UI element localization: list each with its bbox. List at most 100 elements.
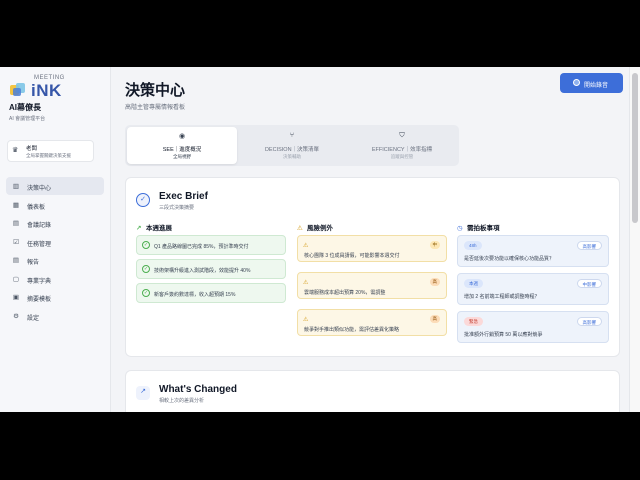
chart-bar-icon: ▥ bbox=[12, 183, 20, 190]
sidebar-item-label: 摘要模板 bbox=[27, 297, 52, 303]
logo-ink-text: iNK bbox=[31, 81, 62, 100]
check-icon: ✓ bbox=[142, 265, 150, 273]
decision-item[interactable]: 緊急 高影響 批准額外行銷預算 50 萬以應對競爭 bbox=[457, 311, 609, 343]
sidebar-item-dashboard[interactable]: ▦ 儀表板 bbox=[6, 196, 104, 214]
trend-icon: ↗ bbox=[136, 386, 150, 400]
progress-item: ✓ 新客戶簽約數達標，收入超預期 15% bbox=[136, 283, 286, 303]
main-content: 決策中心 高階主管專屬情報看板 開始錄音 ◉ SEE｜進度概況 全局視野 ⑂ D… bbox=[111, 67, 640, 412]
check-icon: ✓ bbox=[142, 289, 150, 297]
risk-item: ⚠ 中 核心團隊 3 位成員請假，可能影響本週交付 bbox=[297, 235, 447, 262]
tab-see[interactable]: ◉ SEE｜進度概況 全局視野 bbox=[127, 127, 237, 164]
whats-changed-card: ↗ What's Changed 相較上次的差異分析 bbox=[125, 370, 620, 412]
whats-changed-subtitle: 相較上次的差異分析 bbox=[159, 398, 205, 404]
progress-item-text: 新客戶簽約數達標，收入超預期 15% bbox=[154, 292, 236, 298]
decision-heading-label: 需拍板事項 bbox=[467, 225, 500, 232]
book-icon: ▢ bbox=[12, 275, 20, 283]
sidebar-item-tasks[interactable]: ☑ 任務管理 bbox=[6, 233, 104, 251]
exec-brief-title: Exec Brief bbox=[159, 191, 208, 202]
progress-heading-label: 本週進展 bbox=[146, 225, 172, 232]
document-icon: ▤ bbox=[12, 220, 20, 227]
impact-badge: 高影響 bbox=[576, 241, 602, 250]
sidebar-nav: ▥ 決策中心 ▦ 儀表板 ▤ 會議記錄 ☑ 任務管理 ▤ 報告 ▢ 專業字典 ▣… bbox=[6, 177, 104, 325]
logo-mark-icon bbox=[10, 83, 25, 96]
risk-item-text: 競爭對手推出類似功能，需評估差異化策略 bbox=[304, 327, 400, 333]
start-recording-label: 開始錄音 bbox=[584, 83, 609, 89]
tab-sublabel: 決策輔助 bbox=[283, 154, 301, 159]
scrollbar-thumb[interactable] bbox=[632, 73, 638, 223]
gear-icon: ⚙ bbox=[13, 312, 19, 320]
tab-label: EFFICIENCY｜效率指標 bbox=[371, 147, 433, 153]
warning-icon: ⚠ bbox=[303, 317, 309, 323]
risk-heading-label: 風險例外 bbox=[307, 225, 333, 232]
check-circle-icon: ✓ bbox=[136, 193, 150, 207]
scrollbar[interactable] bbox=[629, 67, 640, 412]
tab-sublabel: 全局視野 bbox=[173, 154, 191, 159]
progress-item-text: 技術架構升級進入測試階段，效能提升 40% bbox=[154, 268, 251, 274]
risk-column-heading: ⚠ 風險例外 bbox=[297, 222, 333, 232]
sidebar-item-reports[interactable]: ▤ 報告 bbox=[6, 251, 104, 269]
start-recording-button[interactable]: 開始錄音 bbox=[560, 73, 623, 93]
deadline-tag: 緊急 bbox=[464, 317, 483, 326]
eye-icon: ◉ bbox=[178, 133, 186, 140]
risk-item-text: 核心團隊 3 位成員請假，可能影響本週交付 bbox=[304, 253, 400, 259]
warning-icon: ⚠ bbox=[303, 243, 309, 249]
risk-level-badge: 高 bbox=[429, 278, 440, 286]
decision-item[interactable]: 本週 中影響 增加 2 名前端工程師或調整時程？ bbox=[457, 273, 609, 305]
trend-up-icon: ↗ bbox=[136, 225, 142, 232]
progress-item-text: Q1 產品路線圖已完成 85%，預計準時交付 bbox=[154, 244, 249, 250]
decision-column-heading: ◷ 需拍板事項 bbox=[457, 222, 500, 232]
page-title: 決策中心 bbox=[125, 82, 186, 99]
template-icon: ▣ bbox=[12, 294, 20, 301]
clock-icon: ◷ bbox=[457, 225, 463, 232]
decision-item-text: 是否延後次要功能以確保核心功能品質？ bbox=[464, 256, 555, 262]
app-window: MEETING iNK AI幕僚長 AI 會議管理平台 ♛ 老闆 全局掌握關鍵決… bbox=[0, 67, 640, 412]
sidebar-item-dictionary[interactable]: ▢ 專業字典 bbox=[6, 270, 104, 288]
report-icon: ▤ bbox=[12, 257, 20, 264]
shield-icon: ⛉ bbox=[399, 132, 405, 139]
role-card[interactable]: ♛ 老闆 全局掌握關鍵決策支援 bbox=[7, 140, 94, 162]
branch-icon: ⑂ bbox=[289, 132, 295, 139]
exec-brief-subtitle: 三段式決策摘要 bbox=[159, 205, 195, 211]
crown-icon: ♛ bbox=[12, 147, 19, 154]
impact-badge: 中影響 bbox=[576, 279, 602, 288]
page-subtitle: 高階主管專屬情報看板 bbox=[125, 105, 186, 111]
tab-efficiency[interactable]: ⛉ EFFICIENCY｜效率指標 追蹤與控管 bbox=[347, 127, 457, 164]
check-icon: ✓ bbox=[142, 241, 150, 249]
tab-decision[interactable]: ⑂ DECISION｜決策清單 決策輔助 bbox=[237, 127, 347, 164]
record-icon bbox=[573, 79, 580, 86]
logo: MEETING iNK bbox=[9, 74, 69, 102]
risk-level-badge: 高 bbox=[429, 315, 440, 323]
checklist-icon: ☑ bbox=[13, 238, 19, 246]
sidebar: MEETING iNK AI幕僚長 AI 會議管理平台 ♛ 老闆 全局掌握關鍵決… bbox=[0, 67, 111, 412]
risk-item: ⚠ 高 雲端服務成本超出預算 20%，需調整 bbox=[297, 272, 447, 299]
sidebar-item-label: 任務管理 bbox=[27, 241, 52, 248]
sidebar-item-label: 專業字典 bbox=[27, 278, 52, 285]
sidebar-item-label: 會議記錄 bbox=[27, 223, 52, 229]
app-subtitle: AI 會議管理平台 bbox=[9, 116, 46, 122]
sidebar-item-label: 報告 bbox=[27, 260, 40, 266]
decision-item-text: 批准額外行銷預算 50 萬以應對競爭 bbox=[464, 332, 543, 338]
tab-sublabel: 追蹤與控管 bbox=[390, 154, 414, 159]
risk-level-badge: 中 bbox=[429, 241, 440, 249]
deadline-tag: 48h bbox=[464, 241, 482, 250]
exec-brief-card: ✓ Exec Brief 三段式決策摘要 ↗ 本週進展 ✓ Q1 產品路線圖已完成… bbox=[125, 177, 620, 357]
dashboard-icon: ▦ bbox=[12, 201, 20, 209]
view-tabs: ◉ SEE｜進度概況 全局視野 ⑂ DECISION｜決策清單 決策輔助 ⛉ E… bbox=[125, 125, 459, 166]
decision-item[interactable]: 48h 高影響 是否延後次要功能以確保核心功能品質？ bbox=[457, 235, 609, 267]
role-title: 老闆 bbox=[26, 146, 38, 152]
deadline-tag: 本週 bbox=[464, 279, 483, 288]
sidebar-item-label: 決策中心 bbox=[27, 186, 52, 192]
tab-label: SEE｜進度概況 bbox=[162, 147, 202, 153]
decision-item-text: 增加 2 名前端工程師或調整時程？ bbox=[464, 294, 540, 300]
risk-item-text: 雲端服務成本超出預算 20%，需調整 bbox=[304, 290, 386, 296]
sidebar-item-label: 儀表板 bbox=[27, 204, 46, 211]
app-name: AI幕僚長 bbox=[9, 103, 41, 112]
sidebar-item-templates[interactable]: ▣ 摘要模板 bbox=[6, 288, 104, 306]
warning-icon: ⚠ bbox=[297, 225, 303, 232]
sidebar-item-label: 設定 bbox=[27, 315, 40, 322]
progress-column-heading: ↗ 本週進展 bbox=[136, 222, 172, 232]
sidebar-item-meeting-records[interactable]: ▤ 會議記錄 bbox=[6, 214, 104, 232]
tab-label: DECISION｜決策清單 bbox=[264, 147, 320, 153]
sidebar-item-settings[interactable]: ⚙ 設定 bbox=[6, 307, 104, 325]
sidebar-item-decision-center[interactable]: ▥ 決策中心 bbox=[6, 177, 104, 195]
